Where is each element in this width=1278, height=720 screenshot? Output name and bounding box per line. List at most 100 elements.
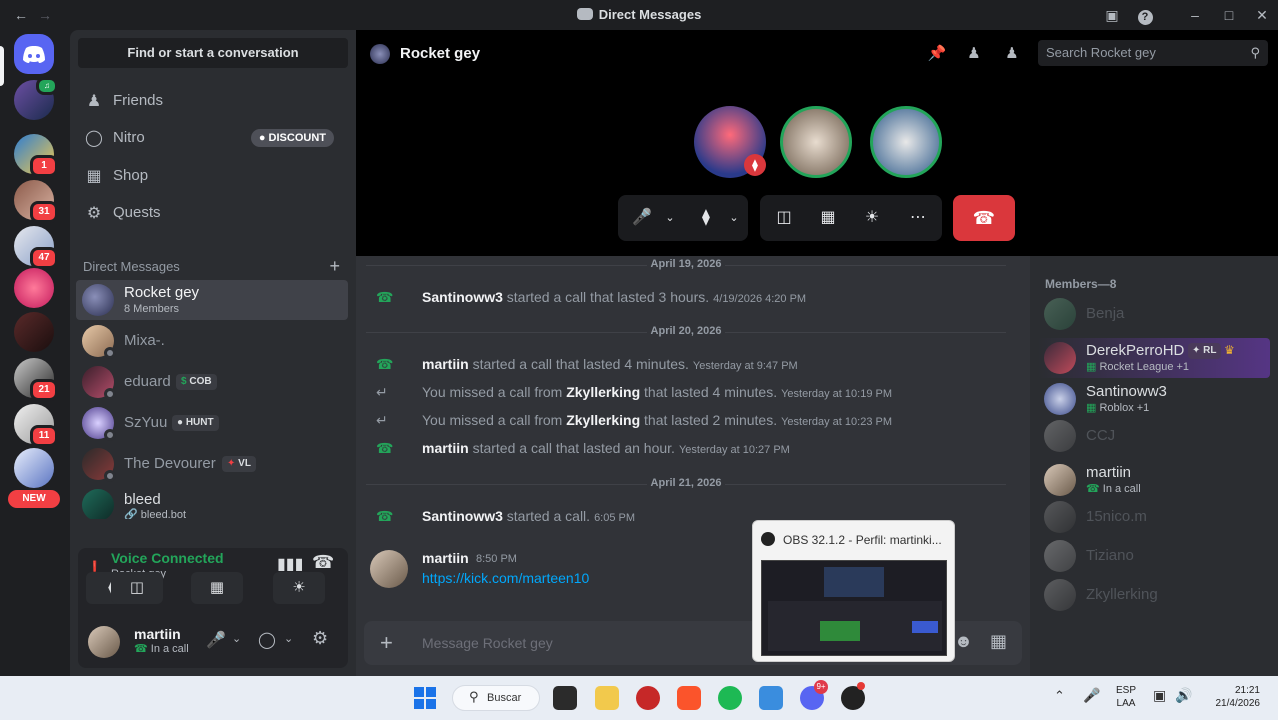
message-link[interactable]: https://kick.com/marteen10: [422, 570, 589, 586]
noise-suppression-icon[interactable]: ▮▮▮: [277, 554, 303, 574]
member-item[interactable]: Benja: [1038, 294, 1270, 334]
member-item[interactable]: CCJ: [1038, 416, 1270, 456]
soundboard-button[interactable]: ☀: [273, 572, 325, 604]
member-item[interactable]: DerekPerroHD ✦ RL ♛ ▦ Rocket League +1: [1038, 338, 1270, 378]
help-icon[interactable]: ?: [1136, 6, 1154, 25]
obs-window-preview[interactable]: OBS 32.1.2 - Perfil: martinki...: [752, 520, 955, 662]
close-icon[interactable]: ✕: [1253, 6, 1271, 24]
chevron-down-icon[interactable]: ⌄: [232, 632, 241, 645]
chevron-up-icon[interactable]: ⌃: [1054, 688, 1065, 704]
date-divider: April 20, 2026: [356, 325, 1016, 337]
member-item[interactable]: martiin ☎ In a call: [1038, 460, 1270, 500]
soundboard-icon[interactable]: ☀: [852, 195, 892, 241]
nav-friends[interactable]: ♟ Friends: [78, 83, 348, 119]
server-icon[interactable]: [14, 312, 54, 352]
new-badge: NEW: [8, 490, 60, 508]
discord-home-icon[interactable]: [14, 34, 54, 74]
missed-call-event: ↵ You missed a call from Zkyllerking tha…: [376, 384, 892, 400]
nav-quests[interactable]: ⚙ Quests: [78, 195, 348, 231]
microphone-icon[interactable]: 🎤: [206, 630, 226, 650]
discord-taskbar-icon[interactable]: 9+: [800, 680, 828, 710]
server-icon[interactable]: 1: [14, 134, 58, 177]
participant-avatar[interactable]: [780, 106, 852, 178]
inbox-icon[interactable]: ▣: [1103, 6, 1121, 24]
add-friends-icon[interactable]: ♟: [964, 44, 984, 64]
leave-call-button[interactable]: ☎: [953, 195, 1015, 241]
server-icon[interactable]: 47: [14, 226, 58, 269]
obs-taskbar-icon[interactable]: [841, 682, 865, 710]
file-explorer-icon[interactable]: [595, 686, 619, 710]
volume-icon[interactable]: 🔊: [1175, 687, 1192, 704]
more-options-icon[interactable]: ⋯: [898, 195, 938, 241]
dm-item-mixa[interactable]: Mixa-.: [76, 321, 348, 361]
dm-item-eduard[interactable]: eduard $ COB: [76, 362, 348, 402]
dm-item-szyuu[interactable]: SzYuu ● HUNT: [76, 403, 348, 443]
window-title: Direct Messages: [0, 7, 1278, 22]
message-time: 8:50 PM: [476, 553, 517, 565]
clock[interactable]: 21:21 21/4/2026: [1204, 684, 1261, 710]
pin-icon[interactable]: 📌: [927, 44, 947, 64]
status-offline: [104, 470, 116, 482]
language-indicator[interactable]: ESP LAA: [1116, 684, 1136, 710]
taskbar-search[interactable]: ⚲ Buscar: [452, 685, 540, 711]
among-us-icon[interactable]: [636, 686, 660, 710]
nav-shop[interactable]: ▦ Shop: [78, 158, 348, 194]
activities-button[interactable]: ▦: [191, 572, 243, 604]
server-voice-icon[interactable]: ♫: [14, 77, 58, 120]
missed-call-icon: ↵: [376, 412, 388, 428]
dm-item-bleed[interactable]: bleed 🔗 bleed.bot: [76, 485, 348, 519]
emoji-icon[interactable]: ☻: [954, 631, 973, 652]
disconnect-icon[interactable]: ☎: [312, 552, 334, 573]
server-icon[interactable]: 11: [14, 404, 58, 447]
member-item[interactable]: Zkyllerking: [1038, 575, 1270, 615]
discount-badge: ● DISCOUNT: [250, 129, 334, 147]
participant-avatar[interactable]: [870, 106, 942, 178]
server-icon[interactable]: 21: [14, 358, 58, 401]
shop-icon: ▦: [86, 168, 102, 185]
network-icon[interactable]: ▣: [1153, 687, 1166, 704]
phone-icon: ☎: [376, 440, 394, 456]
screen-share-icon[interactable]: ◫: [764, 195, 804, 241]
spotify-icon[interactable]: [718, 686, 742, 710]
chevron-down-icon[interactable]: ⌄: [650, 195, 690, 241]
channel-search-input[interactable]: Search Rocket gey ⚲: [1038, 40, 1268, 66]
minimize-icon[interactable]: –: [1186, 6, 1204, 24]
screen-share-button[interactable]: ◫: [111, 572, 163, 604]
snipping-tool-icon[interactable]: [759, 686, 783, 710]
microphone-tray-icon[interactable]: 🎤: [1083, 687, 1100, 704]
windows-start-icon[interactable]: [413, 686, 437, 710]
maximize-icon[interactable]: □: [1220, 6, 1238, 24]
user-avatar[interactable]: [88, 626, 120, 658]
participant-avatar[interactable]: ⧫: [694, 106, 766, 178]
dm-item-rocket-gey[interactable]: Rocket gey 8 Members: [76, 280, 348, 320]
gear-icon[interactable]: ⚙: [312, 628, 328, 649]
brave-browser-icon[interactable]: [677, 686, 701, 710]
screen-share-icon: ◫: [129, 579, 145, 596]
phone-icon: ☎: [376, 356, 394, 372]
add-attachment-icon[interactable]: +: [380, 630, 393, 656]
server-icon[interactable]: [14, 448, 54, 488]
group-avatar: [82, 284, 114, 316]
task-view-icon[interactable]: [553, 686, 577, 710]
member-item[interactable]: Santinoww3 ▦ Roblox +1: [1038, 379, 1270, 419]
activities-icon[interactable]: ▦: [808, 195, 848, 241]
apps-icon[interactable]: ▦: [990, 631, 1007, 652]
chevron-down-icon[interactable]: ⌄: [714, 195, 754, 241]
members-icon[interactable]: ♟: [1002, 44, 1022, 64]
member-item[interactable]: Tiziano: [1038, 536, 1270, 576]
create-dm-plus-icon[interactable]: +: [329, 256, 340, 277]
server-icon[interactable]: 31: [14, 180, 58, 223]
dm-item-the-devourer[interactable]: The Devourer ✦ VL: [76, 444, 348, 484]
clan-tag: ✦ RL: [1188, 343, 1221, 359]
members-header: Members—8: [1045, 277, 1117, 291]
server-icon[interactable]: [14, 268, 54, 308]
member-item[interactable]: 15nico.m: [1038, 497, 1270, 537]
message-author[interactable]: martiin: [422, 550, 469, 566]
nav-nitro[interactable]: ◯ Nitro ● DISCOUNT: [78, 120, 348, 156]
chevron-down-icon[interactable]: ⌄: [284, 632, 293, 645]
hang-up-icon: ☎: [972, 208, 996, 228]
message-avatar[interactable]: [370, 550, 408, 588]
headphones-icon[interactable]: ◯: [258, 630, 276, 650]
find-conversation-button[interactable]: Find or start a conversation: [78, 38, 348, 68]
status-offline: [104, 429, 116, 441]
